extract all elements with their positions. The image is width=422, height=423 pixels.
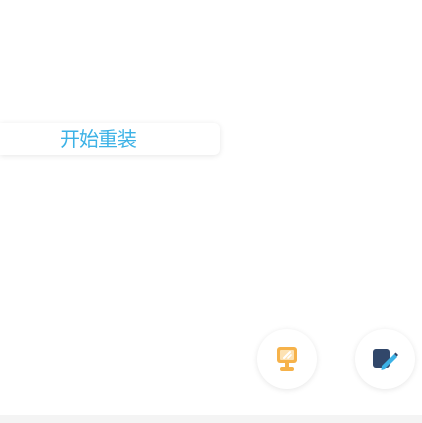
app-screen: 开始重装 bbox=[0, 0, 422, 423]
top-panel bbox=[0, 0, 422, 100]
tool-fab-button[interactable] bbox=[257, 329, 317, 389]
feedback-pen-icon bbox=[373, 349, 398, 370]
monitor-tool-icon bbox=[277, 347, 297, 371]
start-reinstall-label: 开始重装 bbox=[60, 127, 137, 151]
start-reinstall-button[interactable]: 开始重装 bbox=[0, 123, 220, 155]
bottom-bar bbox=[0, 415, 422, 423]
feedback-fab-button[interactable] bbox=[355, 329, 415, 389]
